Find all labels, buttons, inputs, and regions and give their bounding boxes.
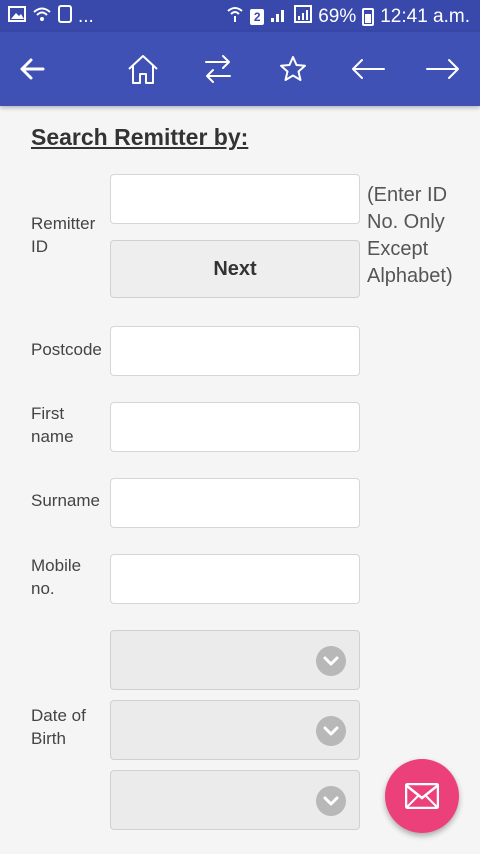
remitter-id-input[interactable] [110, 174, 360, 224]
sim-icon: 2 [250, 9, 265, 25]
surname-input[interactable] [110, 478, 360, 528]
mobile-input[interactable] [110, 554, 360, 604]
transfer-button[interactable] [198, 49, 238, 89]
mail-fab-button[interactable] [385, 759, 459, 833]
signal-box-icon [294, 5, 313, 29]
remitter-id-hint: (Enter ID No. Only Except Alphabet) [367, 184, 453, 287]
device-notification-icon [58, 5, 72, 29]
star-icon [280, 56, 306, 81]
signal-icon [270, 6, 288, 28]
postcode-label: Postcode [31, 340, 102, 359]
wifi-notification-icon [32, 6, 52, 28]
left-arrow-icon [352, 59, 385, 79]
home-button[interactable] [123, 49, 163, 89]
remitter-id-label: Remitter ID [31, 214, 96, 256]
first-name-input[interactable] [110, 402, 360, 452]
status-bar: ... 2 69% 12:41 a.m. [0, 0, 480, 32]
dob-label: Date of Birth [31, 706, 86, 748]
battery-icon [362, 8, 375, 26]
status-bar-right: 2 69% 12:41 a.m. [226, 5, 470, 29]
clock: 12:41 a.m. [380, 6, 470, 27]
dob-month-select[interactable] [110, 700, 360, 760]
page-title: Search Remitter by: [31, 124, 249, 150]
app-toolbar [0, 32, 480, 106]
surname-label: Surname [31, 491, 100, 510]
right-arrow-icon [426, 59, 459, 79]
back-button[interactable] [12, 49, 52, 89]
chevron-down-icon [316, 716, 346, 746]
first-name-label: First name [31, 404, 74, 446]
battery-percent: 69% [318, 6, 357, 27]
gallery-notification-icon [8, 6, 26, 28]
transfer-icon [205, 55, 231, 83]
back-arrow-icon [20, 58, 45, 80]
mail-icon [405, 783, 439, 809]
favorite-button[interactable] [273, 49, 313, 89]
mobile-label: Mobile no. [31, 556, 82, 598]
chevron-down-icon [316, 786, 346, 816]
postcode-input[interactable] [110, 326, 360, 376]
previous-button[interactable] [348, 49, 388, 89]
dob-year-select[interactable] [110, 770, 360, 830]
home-icon [128, 55, 158, 84]
dob-day-select[interactable] [110, 630, 360, 690]
next-page-button[interactable] [423, 49, 463, 89]
wifi-calling-icon [226, 5, 244, 29]
chevron-down-icon [316, 646, 346, 676]
next-button[interactable]: Next [110, 240, 360, 298]
status-bar-left: ... [8, 5, 94, 29]
overflow-dots: ... [78, 6, 94, 27]
